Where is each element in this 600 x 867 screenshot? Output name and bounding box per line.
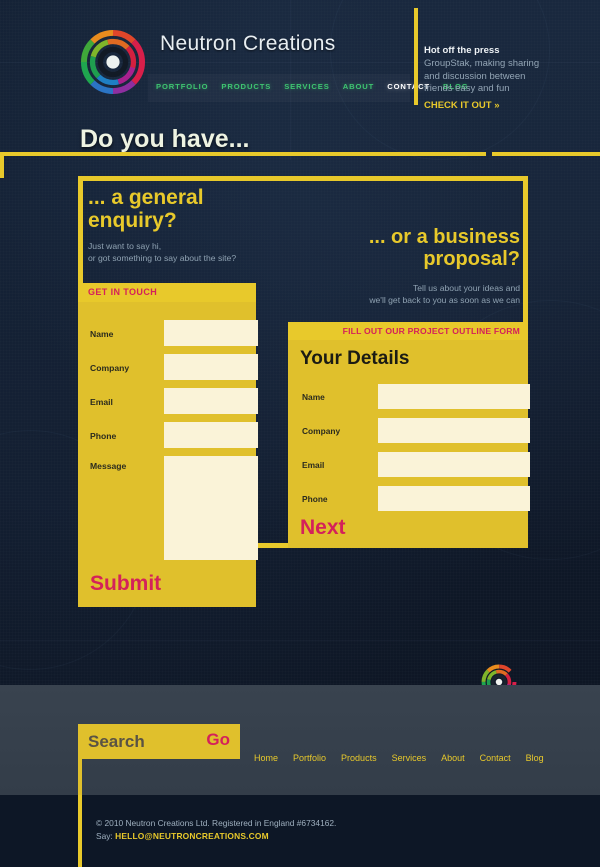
site-header: Neutron Creations PORTFOLIO PRODUCTS SER…: [0, 0, 600, 118]
nav-item-about[interactable]: ABOUT: [343, 82, 375, 91]
footer-nav-item-home[interactable]: Home: [254, 753, 278, 763]
submit-button[interactable]: Submit: [90, 572, 161, 596]
nav-item-portfolio[interactable]: PORTFOLIO: [156, 82, 208, 91]
contact-email-link[interactable]: HELLO@NEUTRONCREATIONS.COM: [115, 831, 269, 841]
details-phone-label: Phone: [302, 494, 328, 504]
enquiry-email-label: Email: [90, 397, 113, 407]
press-title: Hot off the press: [424, 45, 500, 56]
nav-item-services[interactable]: SERVICES: [284, 82, 329, 91]
brand-title: Neutron Creations: [160, 32, 336, 55]
footer-bottom-bar: [0, 795, 600, 867]
details-email-input[interactable]: [378, 452, 530, 477]
enquiry-phone-input[interactable]: [164, 422, 258, 448]
enquiry-subtext-line-1: Just want to say hi,: [88, 241, 162, 251]
proposal-subtext-line-2: we'll get back to you as soon as we can: [369, 295, 520, 305]
enquiry-heading-line-1: ... a general: [88, 186, 204, 209]
get-in-touch-tab: GET IN TOUCH: [78, 283, 256, 302]
press-block: Hot off the press GroupStak, making shar…: [424, 45, 584, 111]
details-name-label: Name: [302, 392, 325, 402]
enquiry-subtext: Just want to say hi, or got something to…: [88, 240, 236, 264]
project-outline-label: FILL OUT OUR PROJECT OUTLINE FORM: [342, 326, 520, 336]
next-button[interactable]: Next: [300, 516, 346, 540]
enquiry-company-label: Company: [90, 363, 130, 373]
enquiry-form: Name Company Email Phone Message: [78, 302, 258, 607]
enquiry-message-label: Message: [90, 461, 127, 471]
press-line-3: friends easy and fun: [424, 83, 510, 95]
page-title: Do you have...: [80, 125, 250, 153]
press-accent-bar: [414, 8, 418, 105]
details-company-label: Company: [302, 426, 341, 436]
press-line-1: GroupStak, making sharing: [424, 58, 540, 69]
copyright-text: © 2010 Neutron Creations Ltd. Registered…: [96, 818, 337, 828]
footer-nav: Home Portfolio Products Services About C…: [254, 753, 544, 763]
enquiry-phone-label: Phone: [90, 431, 117, 441]
footer-nav-item-portfolio[interactable]: Portfolio: [293, 753, 326, 763]
footer-nav-item-about[interactable]: About: [441, 753, 465, 763]
main-nav: PORTFOLIO PRODUCTS SERVICES ABOUT CONTAC…: [156, 82, 469, 91]
proposal-heading-line-1: ... or a business: [368, 226, 520, 248]
press-line-2: and discussion between: [424, 70, 526, 82]
details-phone-input[interactable]: [378, 486, 530, 511]
footer-nav-item-contact[interactable]: Contact: [480, 753, 511, 763]
details-email-label: Email: [302, 460, 325, 470]
enquiry-email-input[interactable]: [164, 388, 258, 414]
press-cta-link[interactable]: CHECK IT OUT »: [424, 100, 584, 111]
say-prefix: Say:: [96, 831, 116, 841]
footer-accent-bar: [78, 795, 82, 867]
enquiry-name-label: Name: [90, 329, 114, 339]
title-rule-right: [492, 152, 600, 156]
footer-nav-item-services[interactable]: Services: [392, 753, 427, 763]
enquiry-message-textarea[interactable]: [164, 456, 258, 560]
nav-item-products[interactable]: PRODUCTS: [221, 82, 271, 91]
title-rule-left: [0, 152, 486, 156]
frame-left-stub: [0, 152, 4, 178]
blueprint-line: [0, 640, 600, 641]
contact-email-line: Say: HELLO@NEUTRONCREATIONS.COM: [96, 831, 269, 841]
color-wheel-logo-icon[interactable]: [80, 29, 146, 95]
footer-nav-item-blog[interactable]: Blog: [526, 753, 544, 763]
search-input[interactable]: [88, 729, 188, 754]
proposal-subtext: Tell us about your ideas and we'll get b…: [300, 282, 520, 306]
proposal-subtext-line-1: Tell us about your ideas and: [412, 283, 520, 293]
search-accent-bar: [78, 759, 82, 795]
details-company-input[interactable]: [378, 418, 530, 443]
search-box: Go: [78, 724, 240, 759]
project-outline-tab: FILL OUT OUR PROJECT OUTLINE FORM: [288, 322, 528, 340]
footer-nav-item-products[interactable]: Products: [341, 753, 377, 763]
go-button[interactable]: Go: [206, 730, 230, 750]
enquiry-heading: ... a general enquiry?: [88, 186, 328, 232]
page-root: Neutron Creations PORTFOLIO PRODUCTS SER…: [0, 0, 600, 867]
proposal-heading-line-2: proposal?: [423, 248, 520, 270]
details-name-input[interactable]: [378, 384, 530, 409]
enquiry-subtext-line-2: or got something to say about the site?: [88, 253, 237, 263]
enquiry-name-input[interactable]: [164, 320, 258, 346]
proposal-heading: ... or a business proposal?: [300, 226, 520, 270]
get-in-touch-label: GET IN TOUCH: [88, 287, 158, 297]
enquiry-heading-line-2: enquiry?: [88, 209, 177, 232]
enquiry-company-input[interactable]: [164, 354, 258, 380]
your-details-title: Your Details: [300, 348, 410, 369]
